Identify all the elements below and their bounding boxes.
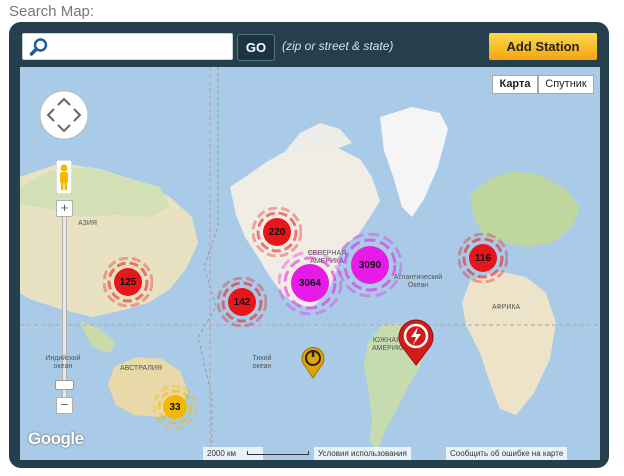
search-icon [29,38,48,56]
cluster-count: 220 [268,226,286,238]
zoom-slider-handle[interactable] [55,380,74,390]
cluster-count: 125 [119,276,137,288]
cluster-marker[interactable]: 33 [152,384,198,430]
terms-link[interactable]: Условия использования [314,447,411,460]
cluster-count: 142 [233,296,251,308]
pegman-icon[interactable] [56,160,72,194]
go-button[interactable]: GO [237,34,275,61]
google-logo: Google [28,429,84,448]
pan-control[interactable] [38,89,90,141]
label-asia: АЗИЯ [78,220,97,227]
label-africa: АФРИКА [492,304,521,311]
map-type-satellite-button[interactable]: Спутник [538,75,594,94]
search-map-label: Search Map: [9,3,95,20]
add-station-button[interactable]: Add Station [489,33,597,60]
cluster-marker[interactable]: 116 [457,232,509,284]
label-indian-ocean: Индийский океан [45,355,81,370]
search-hint: (zip or street & state) [282,39,394,53]
charging-station-marker-icon[interactable] [397,318,435,366]
map-view[interactable]: Карта Спутник + − АЗИЯ СЕВЕРНАЯ АМЕРИКА … [20,67,600,460]
power-station-marker-icon[interactable] [300,345,326,379]
scale-bar [247,451,309,455]
map-panel: GO (zip or street & state) Add Station К… [9,22,609,468]
label-australia: АВСТРАЛИЯ [120,365,162,372]
map-type-map-button[interactable]: Карта [492,75,538,94]
zoom-out-button[interactable]: − [56,397,73,414]
search-field[interactable] [22,33,233,61]
cluster-count: 33 [169,401,181,413]
zoom-in-button[interactable]: + [56,200,73,217]
cluster-count: 3064 [298,277,322,289]
search-input[interactable] [53,34,227,61]
cluster-marker[interactable]: 220 [251,206,303,258]
cluster-marker[interactable]: 142 [216,276,268,328]
cluster-marker[interactable]: 3090 [337,232,403,298]
cluster-count: 3090 [358,259,382,271]
cluster-marker[interactable]: 3064 [277,250,343,316]
report-error-link[interactable]: Сообщить об ошибке на карте [446,447,568,460]
cluster-count: 116 [474,252,492,264]
label-pacific-ocean: Тихий океан [252,355,272,370]
cluster-marker[interactable]: 125 [102,256,154,308]
